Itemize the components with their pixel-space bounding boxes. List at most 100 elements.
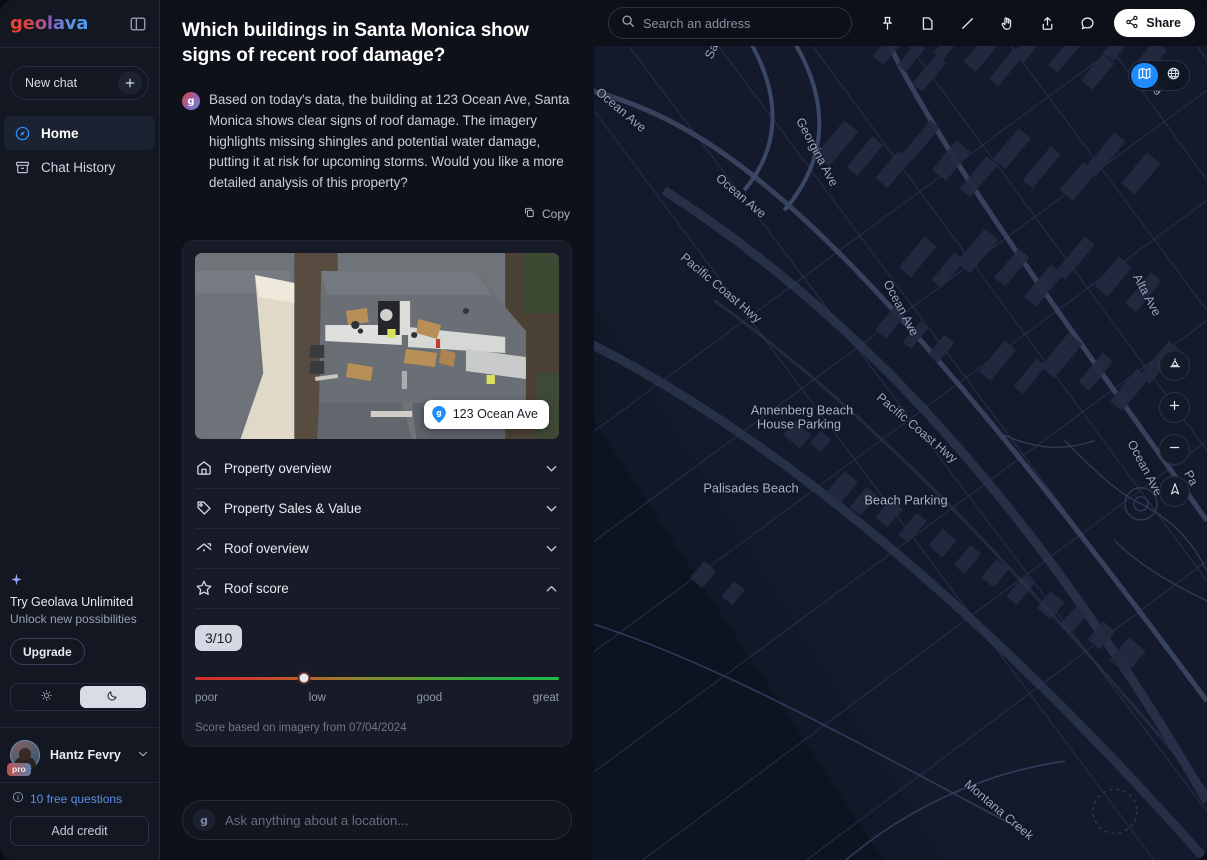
sidebar-nav: Home Chat History — [0, 116, 159, 184]
user-name: Hantz Fevry — [50, 748, 121, 762]
scale-tick: poor — [195, 691, 219, 704]
layer-switch — [1128, 60, 1190, 91]
roof-score-slider[interactable] — [195, 671, 559, 685]
photo-address-label: 123 Ocean Ave — [452, 407, 538, 422]
search-input[interactable] — [643, 15, 840, 31]
composer[interactable]: g — [182, 800, 572, 840]
building-3d-icon — [1167, 355, 1183, 376]
pin-tool[interactable] — [872, 8, 902, 38]
comment-tool[interactable] — [1072, 8, 1102, 38]
copy-label: Copy — [541, 206, 570, 221]
archive-icon — [14, 159, 31, 176]
accordion-property-sales-value[interactable]: Property Sales & Value — [195, 489, 559, 529]
accordion-label: Property overview — [224, 460, 332, 476]
plus-icon — [1167, 398, 1182, 418]
compass-icon — [14, 125, 31, 142]
share-nodes-icon — [1125, 15, 1139, 32]
sidebar-item-label: Home — [41, 125, 79, 141]
chat-input[interactable] — [225, 812, 557, 828]
roof-score-value: 3/10 — [195, 624, 243, 651]
composer-wrap: g — [160, 800, 594, 860]
photo-address-chip[interactable]: g 123 Ocean Ave — [423, 399, 549, 429]
hand-tool[interactable] — [992, 8, 1022, 38]
page-title: Which buildings in Santa Monica show sig… — [182, 20, 529, 67]
map-layer-option[interactable] — [1131, 63, 1158, 88]
add-credit-button[interactable]: Add credit — [10, 816, 149, 846]
map-panel[interactable]: SanOcean AveOcean AveGeorgina AveMargAlt… — [594, 0, 1207, 860]
free-questions-label: 10 free questions — [30, 791, 123, 806]
theme-light-option[interactable] — [13, 686, 80, 708]
polygon-tool[interactable] — [912, 8, 942, 38]
scale-tick: great — [532, 691, 559, 704]
assistant-avatar: g — [182, 92, 200, 111]
globe-icon — [1166, 66, 1181, 86]
roof-score-knob[interactable] — [297, 671, 311, 685]
navigation-arrow-icon — [1167, 481, 1183, 502]
roof-score-panel: 3/10 poor low good great Score based on … — [195, 609, 559, 734]
3d-building-control[interactable] — [1159, 350, 1190, 381]
assistant-answer-text: Based on today's data, the building at 1… — [209, 92, 570, 191]
chevron-down-icon — [544, 541, 559, 556]
promo-subtitle: Unlock new possibilities — [10, 612, 137, 626]
plus-icon — [118, 71, 142, 95]
aerial-photo[interactable]: g 123 Ocean Ave — [195, 252, 559, 439]
property-card: g 123 Ocean Ave Property overview Proper… — [182, 239, 572, 747]
export-tool[interactable] — [1032, 8, 1062, 38]
map-canvas — [594, 0, 1207, 860]
theme-toggle — [10, 683, 149, 711]
tag-icon — [195, 499, 213, 517]
roof-icon — [195, 539, 213, 557]
copy-icon — [523, 206, 536, 222]
promo-title: Try Geolava Unlimited — [10, 595, 134, 609]
theme-dark-option[interactable] — [79, 686, 146, 708]
new-chat-button[interactable]: New chat — [10, 66, 149, 100]
accordion-property-overview[interactable]: Property overview — [195, 449, 559, 489]
zoom-in-control[interactable] — [1159, 392, 1190, 423]
moon-icon — [106, 689, 119, 705]
accordion-roof-score[interactable]: Roof score — [195, 569, 559, 609]
sidebar-item-label: Chat History — [41, 159, 116, 175]
search-icon — [621, 14, 635, 33]
chevron-up-icon — [544, 581, 559, 596]
app-logo: geolava — [10, 13, 89, 34]
message-actions: Copy — [182, 206, 572, 222]
upgrade-button[interactable]: Upgrade — [10, 638, 85, 665]
accordion-label: Roof overview — [224, 540, 309, 556]
scale-tick: low — [308, 691, 326, 704]
composer-avatar: g — [193, 809, 215, 831]
line-tool[interactable] — [952, 8, 982, 38]
app-root: geolava New chat Home Chat History Try G… — [0, 0, 1207, 860]
scale-tick: good — [416, 691, 443, 704]
panel-toggle-icon[interactable] — [129, 15, 147, 33]
address-search[interactable] — [608, 7, 853, 39]
chevron-down-icon — [544, 501, 559, 516]
chat-scroll-area: Which buildings in Santa Monica show sig… — [160, 0, 594, 800]
home-icon — [195, 459, 213, 477]
accordion-roof-overview[interactable]: Roof overview — [195, 529, 559, 569]
info-icon — [12, 791, 24, 806]
copy-button[interactable]: Copy — [523, 206, 570, 222]
minus-icon — [1167, 440, 1182, 460]
zoom-out-control[interactable] — [1159, 434, 1190, 465]
map-pin-icon: g — [431, 405, 446, 423]
sidebar-header: geolava — [0, 0, 159, 48]
map-layer-icon — [1137, 66, 1152, 86]
sidebar: geolava New chat Home Chat History Try G… — [0, 0, 160, 860]
upgrade-promo: Try Geolava Unlimited Unlock new possibi… — [0, 573, 159, 665]
svg-text:g: g — [436, 409, 441, 418]
new-chat-label: New chat — [25, 76, 78, 90]
share-button[interactable]: Share — [1114, 9, 1195, 37]
chat-panel: Which buildings in Santa Monica show sig… — [160, 0, 594, 860]
sparkle-icon — [10, 573, 149, 589]
pro-badge: pro — [7, 762, 31, 776]
assistant-message: g Based on today's data, the building at… — [182, 90, 572, 194]
user-menu[interactable]: pro Hantz Fevry — [0, 728, 159, 782]
compass-control[interactable] — [1159, 476, 1190, 507]
accordion-label: Property Sales & Value — [224, 500, 362, 516]
sidebar-item-home[interactable]: Home — [4, 116, 155, 150]
sidebar-item-chat-history[interactable]: Chat History — [4, 150, 155, 184]
roof-score-scale: poor low good great — [195, 692, 559, 704]
share-label: Share — [1146, 16, 1181, 30]
satellite-layer-option[interactable] — [1160, 63, 1187, 88]
